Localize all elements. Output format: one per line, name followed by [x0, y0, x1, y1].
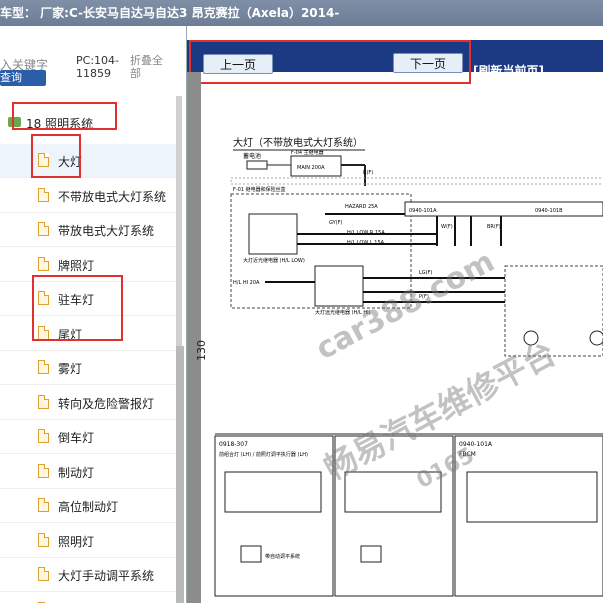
battery-label: 蓄电池	[243, 152, 261, 160]
fold-all-button[interactable]: 折叠全部	[130, 54, 170, 80]
document-viewer: 上一页 下一页 [刷新当前页] 130 大灯（不带放电式大灯系统） 蓄电池 F-…	[187, 26, 603, 603]
conn4-desc: FBCM	[459, 451, 476, 458]
highlight-box-nav	[189, 40, 471, 84]
diagram-title: 大灯（不带放电式大灯系统）	[233, 136, 363, 149]
refresh-page-link[interactable]: [刷新当前页]	[473, 62, 544, 79]
document-icon	[38, 360, 49, 374]
highlight-box-headlight	[31, 134, 81, 178]
wire-w-label: W(F)	[441, 224, 453, 230]
tree-item[interactable]: 雾灯	[0, 351, 176, 385]
tree-item[interactable]: 高位制动灯	[0, 489, 176, 523]
document-icon	[38, 567, 49, 581]
conn1-label: 0940-101A	[409, 208, 437, 214]
tree-item-label: 大灯手动调平系统	[58, 569, 155, 583]
wiring-diagram: 大灯（不带放电式大灯系统） 蓄电池 F-04 主继电器 MAIN 200A F-…	[214, 136, 603, 597]
document-icon	[38, 222, 49, 236]
conn4-label: 0940-101A	[459, 441, 493, 448]
relay-hi-label: 大灯远光继电器 (H/L HI)	[315, 309, 371, 316]
document-icon	[38, 429, 49, 443]
tree-item[interactable]: 大灯手动调平系统	[0, 558, 176, 592]
hi-label: H/L HI 20A	[233, 280, 260, 286]
document-icon	[38, 394, 49, 409]
document-icon	[38, 463, 49, 478]
tree-item[interactable]: 制动灯	[0, 455, 176, 489]
tree-item[interactable]: 大灯自动调平系统	[0, 593, 176, 603]
battery-symbol	[246, 160, 268, 170]
main-fuse-amp: MAIN 200A	[297, 165, 325, 171]
tree-item-label: 高位制动灯	[58, 500, 119, 514]
tree-item-label: 牌照灯	[58, 258, 95, 273]
tree-item-label: 制动灯	[58, 465, 95, 480]
tree-item[interactable]: 转向及危险警报灯	[0, 386, 176, 420]
tree-item[interactable]: 大灯	[0, 144, 176, 178]
hazard-label: HAZARD 25A	[345, 204, 378, 210]
page-side-bar	[187, 72, 201, 603]
wire-gy-label: GY(F)	[329, 220, 343, 226]
scrollbar-thumb[interactable]	[176, 346, 184, 603]
search-row: 入关键字 查询 PC:104-11859 折叠全部	[0, 50, 186, 108]
tree-item-label: 雾灯	[58, 362, 83, 376]
document-icon	[38, 187, 49, 202]
tree-item-label: 照明灯	[58, 534, 95, 549]
document-icon	[38, 498, 49, 512]
highlight-box-section	[12, 102, 117, 130]
fuse-box-label: F-01 继电器和保险丝盒	[233, 186, 286, 193]
tree-item[interactable]: 不带放电式大灯系统	[0, 179, 176, 213]
tree-item[interactable]: 带放电式大灯系统	[0, 213, 176, 247]
tree-item-label: 带放电式大灯系统	[58, 224, 155, 238]
bottom-note: 带自动调平系统	[265, 553, 300, 560]
conn3-desc: 前组合灯 (LH) / 前照灯调平执行器 (LH)	[219, 451, 308, 458]
relay-low-box	[248, 213, 298, 255]
wire-lg-label: LG(F)	[419, 270, 432, 276]
window-title: 车型： 厂家:C-长安马自达马自达3 昂克赛拉（Axela）2014-	[0, 6, 340, 20]
main-fuse-label: F-04 主继电器	[291, 149, 324, 156]
tree-item-label: 倒车灯	[58, 431, 95, 445]
tree-item[interactable]: 倒车灯	[0, 420, 176, 454]
highlight-box-parking-tail	[32, 275, 123, 341]
relay-hi-box	[314, 265, 364, 307]
wire-br-label: BR(F)	[487, 224, 501, 230]
pc-number: PC:104-11859	[76, 54, 119, 80]
window-title-bar: 车型： 厂家:C-长安马自达马自达3 昂克赛拉（Axela）2014-	[0, 0, 603, 26]
wire-r-label: R(F)	[363, 170, 373, 176]
conn2-label: 0940-101B	[535, 208, 563, 214]
tree-item-label: 不带放电式大灯系统	[58, 189, 167, 204]
conn3-label: 0918-307	[219, 441, 248, 448]
tree-item-label: 转向及危险警报灯	[58, 396, 155, 411]
query-button[interactable]: 查询	[0, 70, 46, 86]
sidebar: 入关键字 查询 PC:104-11859 折叠全部 18 照明系统 大灯 不带放电…	[0, 26, 187, 603]
document-icon	[38, 256, 49, 271]
wire-p-label: P(F)	[419, 294, 429, 300]
tree-item[interactable]: 照明灯	[0, 524, 176, 558]
relay-low-label: 大灯近光继电器 (H/L LOW)	[243, 257, 305, 264]
document-icon	[38, 532, 49, 547]
